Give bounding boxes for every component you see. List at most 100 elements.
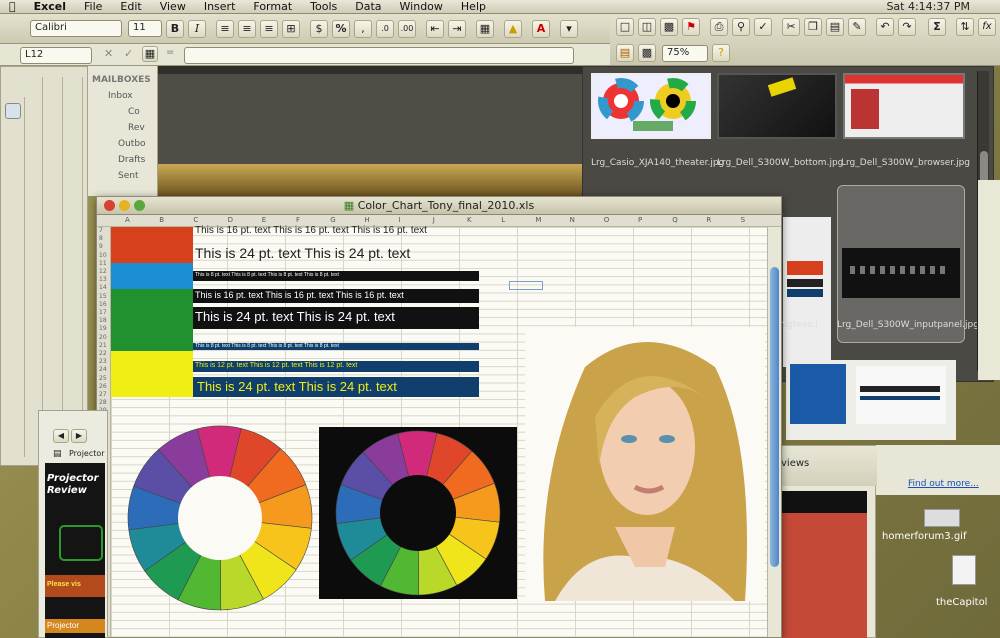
decrease-indent-icon[interactable]: ⇤ [426,20,444,38]
align-right-icon[interactable]: ≡ [260,20,278,38]
format-painter-icon[interactable]: ✎ [848,18,866,36]
copy-icon[interactable]: ❐ [804,18,822,36]
calculator-icon[interactable]: ▦ [142,46,158,62]
row-header[interactable]: 15 [99,293,107,300]
column-header-C[interactable]: C [193,216,198,224]
new-icon[interactable]: □ [616,18,634,36]
row-header[interactable]: 19 [99,325,107,332]
row-header[interactable]: 9 [99,243,103,250]
forward-icon[interactable]: ▶ [71,429,87,443]
gallery-icon[interactable]: ▩ [638,44,656,62]
row-header[interactable]: 26 [99,383,107,390]
row-header[interactable]: 28 [99,399,107,406]
row-header[interactable]: 24 [99,366,107,373]
row-header[interactable]: 27 [99,391,107,398]
toolbox-icon[interactable]: ▤ [616,44,634,62]
row-header[interactable]: 25 [99,375,107,382]
column-header-B[interactable]: B [159,216,164,224]
thumb-dell-bottom[interactable] [717,73,837,139]
menu-view[interactable]: View [151,0,195,13]
desktop-file-thecapitol[interactable]: theCapitol [936,597,987,608]
formula-input[interactable] [184,47,574,64]
menu-window[interactable]: Window [391,0,452,13]
sort-icon[interactable]: ⇅ [956,18,974,36]
menu-edit[interactable]: Edit [111,0,150,13]
column-header-O[interactable]: O [604,216,610,224]
font-color-icon[interactable]: A [532,20,550,38]
column-header-N[interactable]: N [570,216,575,224]
font-size-select[interactable]: 11 [128,20,162,37]
font-name-select[interactable]: Calibri [30,20,122,37]
row-header[interactable]: 21 [99,342,107,349]
column-header-I[interactable]: I [399,216,401,224]
mailbox-sub-2[interactable]: Rev [88,120,157,136]
row-header[interactable]: 22 [99,350,107,357]
paste-icon[interactable]: ▤ [826,18,844,36]
desktop-file-homerforum[interactable]: homerforum3.gif [882,531,966,542]
tool-icon[interactable] [5,103,21,119]
column-header-R[interactable]: R [706,216,711,224]
back-icon[interactable]: ◀ [53,429,69,443]
row-header[interactable]: 10 [99,252,107,259]
zoom-button[interactable] [134,200,145,211]
window-titlebar[interactable]: ▦ Color_Chart_Tony_final_2010.xls [97,197,781,215]
column-header-G[interactable]: G [330,216,335,224]
undo-icon[interactable]: ↶ [876,18,894,36]
open-icon[interactable]: ◫ [638,18,656,36]
cut-icon[interactable]: ✂ [782,18,800,36]
row-header[interactable]: 13 [99,276,107,283]
thumb-partial[interactable] [783,217,831,367]
decrease-decimal-icon[interactable]: .00 [398,20,416,38]
minimize-button[interactable] [119,200,130,211]
mailbox-sub-1[interactable]: Co [88,104,157,120]
menubar-clock[interactable]: Sat 4:14:37 PM [886,0,970,13]
name-box[interactable]: L12 [20,47,92,64]
mailbox-outbox[interactable]: Outbo [88,136,157,152]
tab-strip[interactable] [158,66,582,74]
italic-button[interactable]: I [188,20,206,38]
align-left-icon[interactable]: ≡ [216,20,234,38]
book-icon[interactable]: ▤ [53,449,62,459]
row-header[interactable]: 7 [99,227,103,234]
flag-icon[interactable]: ⚑ [682,18,700,36]
apple-menu-icon[interactable]:  [0,0,25,13]
selected-cell[interactable] [509,281,543,290]
column-header-A[interactable]: A [125,216,130,224]
increase-decimal-icon[interactable]: .0 [376,20,394,38]
row-header[interactable]: 11 [99,260,107,267]
jpeg-file-icon[interactable] [952,555,976,585]
print-icon[interactable]: ⎙ [710,18,728,36]
row-header[interactable]: 20 [99,334,107,341]
column-header-E[interactable]: E [262,216,266,224]
chevron-down-icon[interactable]: ▾ [560,20,578,38]
mailbox-inbox[interactable]: Inbox [88,88,157,104]
currency-icon[interactable]: $ [310,20,328,38]
save-icon[interactable]: ▩ [660,18,678,36]
row-header[interactable]: 12 [99,268,107,275]
column-header-H[interactable]: H [364,216,369,224]
increase-indent-icon[interactable]: ⇥ [448,20,466,38]
align-center-icon[interactable]: ≡ [238,20,256,38]
redo-icon[interactable]: ↷ [898,18,916,36]
row-header[interactable]: 18 [99,317,107,324]
help-icon[interactable]: ? [712,44,730,62]
column-header-D[interactable]: D [228,216,233,224]
mailbox-drafts[interactable]: Drafts [88,152,157,168]
find-out-more-link[interactable]: Find out more... [908,479,979,489]
column-header-L[interactable]: L [501,216,505,224]
menu-app[interactable]: Excel [25,0,75,13]
sheet-grid[interactable]: This is 16 pt. text This is 16 pt. text … [111,225,767,637]
borders-icon[interactable]: ▦ [476,20,494,38]
row-header[interactable]: 23 [99,358,107,365]
thumb-dell-browser[interactable] [843,73,965,139]
percent-button[interactable]: % [332,20,350,38]
row-header[interactable]: 14 [99,284,107,291]
column-header-F[interactable]: F [296,216,300,224]
close-button[interactable] [104,200,115,211]
column-header-P[interactable]: P [638,216,642,224]
function-button[interactable]: fx [978,18,996,36]
gif-file-icon[interactable] [924,509,960,527]
column-header-K[interactable]: K [467,216,472,224]
menu-help[interactable]: Help [452,0,495,13]
menu-tools[interactable]: Tools [301,0,346,13]
